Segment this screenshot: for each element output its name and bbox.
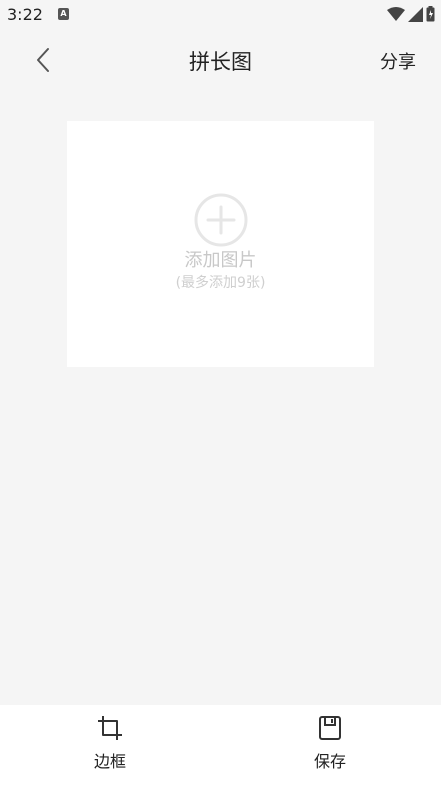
crop-icon xyxy=(97,715,123,741)
status-icons xyxy=(387,6,435,22)
add-image-hint: (最多添加9张) xyxy=(175,275,266,291)
save-icon xyxy=(317,715,343,741)
add-image-button[interactable]: 添加图片 (最多添加9张) xyxy=(67,193,374,293)
border-label: 边框 xyxy=(93,752,126,771)
signal-icon xyxy=(408,6,423,22)
a-icon: A xyxy=(58,8,69,20)
plus-circle-icon xyxy=(194,193,248,247)
add-image-label: 添加图片 xyxy=(184,250,257,271)
share-button[interactable]: 分享 xyxy=(380,48,416,74)
battery-icon xyxy=(426,6,435,22)
wifi-icon xyxy=(387,7,405,21)
bottom-toolbar: 边框 保存 xyxy=(0,705,441,785)
header: 拼长图 分享 xyxy=(0,30,441,90)
status-bar: 3:22 A xyxy=(0,0,441,30)
border-button[interactable]: 边框 xyxy=(70,715,150,772)
image-canvas: 添加图片 (最多添加9张) xyxy=(67,121,374,367)
save-button[interactable]: 保存 xyxy=(290,715,370,772)
save-label: 保存 xyxy=(313,752,346,771)
page-title: 拼长图 xyxy=(189,50,252,74)
status-time: 3:22 xyxy=(7,5,43,24)
